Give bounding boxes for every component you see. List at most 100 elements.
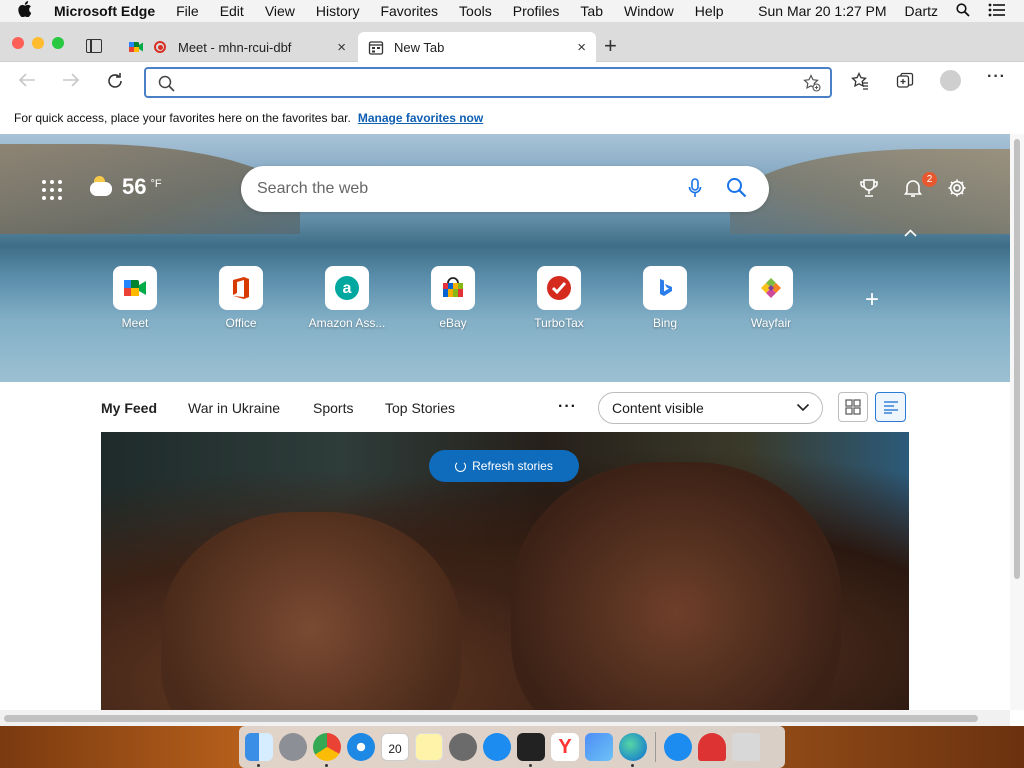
apple-menu-icon[interactable] xyxy=(18,1,38,21)
dock-separator xyxy=(655,732,656,762)
mac-menubar: Microsoft Edge File Edit View History Fa… xyxy=(0,0,1024,22)
search-input[interactable]: Search the web xyxy=(257,180,688,198)
feed-tab-top-stories[interactable]: Top Stories xyxy=(385,400,455,416)
app-store-downloads-icon[interactable] xyxy=(664,733,692,761)
menu-profiles[interactable]: Profiles xyxy=(513,3,560,19)
feed-tab-war-in-ukraine[interactable]: War in Ukraine xyxy=(188,400,280,416)
horizontal-scrollbar[interactable] xyxy=(0,710,1010,726)
minimize-window-button[interactable] xyxy=(32,37,44,49)
menu-tab[interactable]: Tab xyxy=(580,3,603,19)
tab-actions-icon[interactable] xyxy=(86,39,102,53)
partly-cloudy-icon xyxy=(90,176,112,196)
safari-icon[interactable] xyxy=(347,733,375,761)
refresh-icon[interactable] xyxy=(106,72,124,95)
quick-link-turbotax[interactable]: TurboTax xyxy=(514,266,604,330)
refresh-stories-button[interactable]: Refresh stories xyxy=(429,450,579,482)
grid-layout-icon[interactable] xyxy=(838,392,868,422)
browser-toolbar: ··· xyxy=(0,62,1024,102)
manage-favorites-link[interactable]: Manage favorites now xyxy=(358,111,483,125)
add-favorite-icon[interactable] xyxy=(803,74,821,95)
story-photo-person-left xyxy=(161,512,461,710)
bing-tile-icon xyxy=(643,266,687,310)
feed-navigation: My Feed War in Ukraine Sports Top Storie… xyxy=(0,382,1010,434)
chrome-icon[interactable] xyxy=(313,733,341,767)
edge-icon[interactable] xyxy=(619,733,647,767)
tab-meet[interactable]: Meet - mhn-rcui-dbf × xyxy=(118,32,356,62)
tokens-icon[interactable] xyxy=(585,733,613,761)
list-layout-icon[interactable] xyxy=(875,392,906,422)
office-tile-icon xyxy=(219,266,263,310)
tab-new-tab[interactable]: New Tab × xyxy=(358,32,596,63)
content-visibility-value: Content visible xyxy=(612,400,704,416)
feed-tab-sports[interactable]: Sports xyxy=(313,400,353,416)
story-photo-person-right xyxy=(511,462,841,710)
launchpad-icon[interactable] xyxy=(279,733,307,761)
close-window-button[interactable] xyxy=(12,37,24,49)
settings-more-button[interactable]: ··· xyxy=(987,68,1006,86)
quick-link-amazon[interactable]: a Amazon Ass... xyxy=(302,266,392,330)
quick-link-ebay[interactable]: eBay xyxy=(408,266,498,330)
app-store-icon[interactable] xyxy=(483,733,511,761)
notifications-bell-icon[interactable] xyxy=(903,178,923,201)
amazon-assistant-tile-icon: a xyxy=(325,266,369,310)
web-search-box[interactable]: Search the web xyxy=(241,166,769,212)
forward-arrow-icon[interactable] xyxy=(62,72,80,93)
spotlight-search-icon[interactable] xyxy=(956,2,970,20)
calendar-icon[interactable]: 20 xyxy=(381,733,409,761)
feed-more-button[interactable]: ··· xyxy=(558,398,577,416)
weather-widget[interactable]: 56 °F xyxy=(90,174,162,200)
tab-new-tab-close-icon[interactable]: × xyxy=(577,39,586,56)
menu-file[interactable]: File xyxy=(176,3,199,19)
menu-tools[interactable]: Tools xyxy=(459,3,492,19)
menubar-user[interactable]: Dartz xyxy=(905,3,938,19)
trash-icon[interactable] xyxy=(732,733,760,761)
finder-icon[interactable] xyxy=(245,733,273,767)
menu-app-name[interactable]: Microsoft Edge xyxy=(54,3,155,19)
new-tab-favicon-icon xyxy=(368,40,384,56)
address-search-icon xyxy=(158,75,175,95)
address-bar[interactable] xyxy=(144,67,832,98)
quick-link-wayfair[interactable]: Wayfair xyxy=(726,266,816,330)
system-preferences-icon[interactable] xyxy=(449,733,477,761)
tab-new-tab-title: New Tab xyxy=(394,40,445,55)
quick-link-office[interactable]: Office xyxy=(196,266,286,330)
tab-meet-close-icon[interactable]: × xyxy=(337,39,346,56)
new-tab-button[interactable]: + xyxy=(604,35,617,57)
menu-history[interactable]: History xyxy=(316,3,360,19)
collections-icon[interactable] xyxy=(896,72,914,93)
terminal-icon[interactable] xyxy=(517,733,545,767)
notification-count-badge: 2 xyxy=(922,172,937,187)
menu-favorites[interactable]: Favorites xyxy=(380,3,438,19)
yandex-browser-icon[interactable]: Y xyxy=(551,733,579,761)
back-arrow-icon[interactable] xyxy=(18,72,36,93)
app-launcher-icon[interactable] xyxy=(42,180,62,200)
vertical-scrollbar[interactable] xyxy=(1010,134,1024,710)
add-site-plus-icon[interactable]: + xyxy=(865,288,879,312)
tab-bar: Meet - mhn-rcui-dbf × New Tab × + xyxy=(0,22,1024,63)
zoom-window-button[interactable] xyxy=(52,37,64,49)
notes-icon[interactable] xyxy=(415,733,443,761)
collapse-chevron-up-icon[interactable] xyxy=(904,224,917,240)
rewards-trophy-icon[interactable] xyxy=(859,178,879,201)
microphone-icon[interactable] xyxy=(688,177,702,201)
magnet-icon[interactable] xyxy=(698,733,726,761)
quick-link-label: Wayfair xyxy=(750,316,792,330)
recording-indicator-icon xyxy=(154,41,166,53)
browser-window: Meet - mhn-rcui-dbf × New Tab × + ··· Fo… xyxy=(0,22,1024,726)
control-center-icon[interactable] xyxy=(988,3,1006,20)
page-settings-gear-icon[interactable] xyxy=(947,178,967,201)
menu-window[interactable]: Window xyxy=(624,3,674,19)
menu-help[interactable]: Help xyxy=(695,3,724,19)
quick-link-meet[interactable]: Meet xyxy=(90,266,180,330)
refresh-spinner-icon xyxy=(455,460,467,472)
feed-tab-my-feed[interactable]: My Feed xyxy=(101,400,157,416)
menu-edit[interactable]: Edit xyxy=(220,3,244,19)
favorites-star-icon[interactable] xyxy=(851,71,869,93)
search-icon[interactable] xyxy=(726,177,747,201)
content-visibility-dropdown[interactable]: Content visible xyxy=(598,392,823,424)
menubar-datetime[interactable]: Sun Mar 20 1:27 PM xyxy=(758,3,886,19)
menu-view[interactable]: View xyxy=(265,3,295,19)
wayfair-tile-icon xyxy=(749,266,793,310)
profile-avatar[interactable] xyxy=(940,70,961,91)
quick-link-bing[interactable]: Bing xyxy=(620,266,710,330)
